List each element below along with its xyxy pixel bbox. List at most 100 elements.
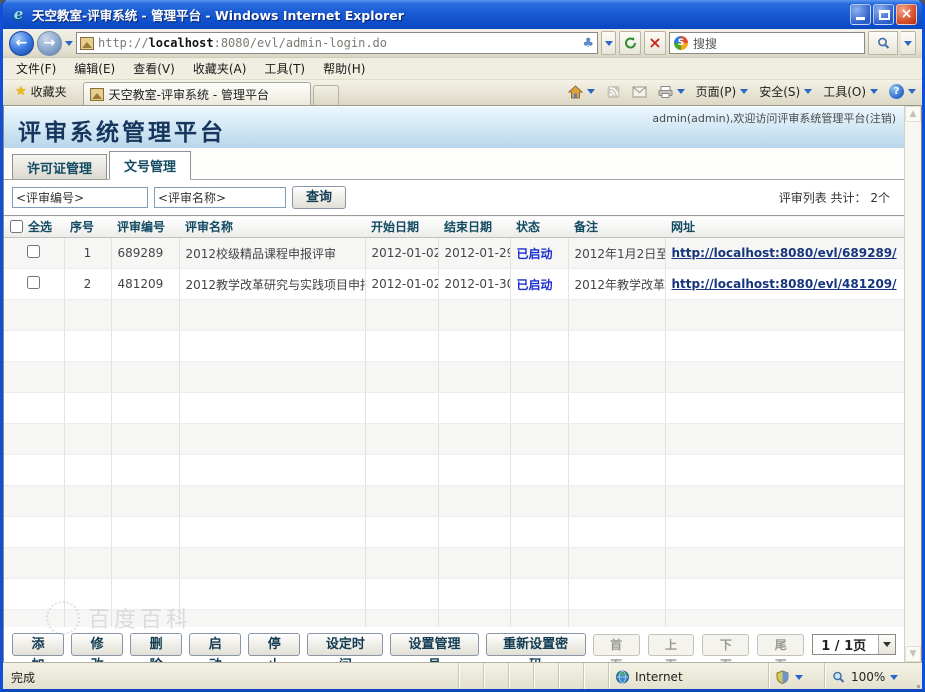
menu-file[interactable]: 文件(F): [7, 58, 65, 79]
tab-favicon: [90, 88, 104, 101]
web-search-box[interactable]: S 搜搜: [669, 32, 865, 54]
print-dropdown-icon[interactable]: [677, 89, 685, 94]
scroll-up-icon[interactable]: ▲: [905, 106, 921, 122]
stop-review-button[interactable]: 停止: [248, 633, 300, 656]
menu-help[interactable]: 帮助(H): [314, 58, 374, 79]
start-button[interactable]: 启动: [189, 633, 241, 656]
close-button[interactable]: ×: [896, 4, 917, 25]
last-page-button[interactable]: 尾页: [757, 634, 804, 656]
page-viewport: 评审系统管理平台 admin(admin),欢迎访问评审系统管理平台(注销) 许…: [3, 106, 922, 662]
row-checkbox[interactable]: [27, 276, 40, 289]
prev-page-button[interactable]: 上页: [648, 634, 695, 656]
search-options-dropdown[interactable]: [901, 31, 916, 55]
protected-mode-button[interactable]: [768, 663, 824, 691]
page-menu-button[interactable]: 页面(P): [694, 81, 751, 102]
header-status: 状态: [510, 216, 568, 238]
tab-title: 天空教室-评审系统 - 管理平台: [109, 86, 269, 103]
site-favicon: [80, 37, 94, 50]
refresh-icon: [623, 36, 638, 50]
header-url: 网址: [665, 216, 904, 238]
add-button[interactable]: 添加: [12, 633, 64, 656]
safety-menu-button[interactable]: 安全(S): [757, 81, 814, 102]
menu-bar: 文件(F) 编辑(E) 查看(V) 收藏夹(A) 工具(T) 帮助(H): [3, 58, 922, 80]
review-url-link[interactable]: http://localhost:8080/evl/481209/: [672, 277, 897, 291]
zoom-dropdown-icon[interactable]: [890, 675, 898, 680]
home-button[interactable]: [566, 83, 597, 101]
help-button[interactable]: ?: [887, 82, 918, 101]
window-title: 天空教室-评审系统 - 管理平台 - Windows Internet Expl…: [32, 5, 850, 24]
url-text[interactable]: http://localhost:8080/evl/admin-login.do: [98, 33, 578, 53]
star-icon: ★: [15, 84, 27, 99]
header-select: 全选: [28, 218, 52, 235]
recent-pages-dropdown-icon[interactable]: [65, 41, 73, 46]
refresh-button[interactable]: [619, 31, 641, 55]
header-end-date: 结束日期: [438, 216, 510, 238]
set-time-button[interactable]: 设定时间: [307, 633, 383, 656]
menu-tools[interactable]: 工具(T): [255, 58, 314, 79]
pagination: 首页 上页 下页 尾页 1 / 1页: [593, 634, 896, 656]
title-bar: e 天空教室-评审系统 - 管理平台 - Windows Internet Ex…: [3, 0, 922, 29]
set-admin-button[interactable]: 设置管理员: [390, 633, 478, 656]
reset-password-button[interactable]: 重新设置密码: [486, 633, 586, 656]
table-row: 2 481209 2012教学改革研究与实践项目申报 2012-01-02 20…: [4, 269, 904, 300]
status-bar: 完成 Internet 100%: [3, 662, 922, 691]
page-select-dropdown[interactable]: 1 / 1页: [812, 634, 896, 655]
globe-icon: [615, 670, 630, 684]
protected-mode-dropdown-icon[interactable]: [795, 675, 803, 680]
ie-icon: e: [10, 6, 27, 23]
favorites-button[interactable]: ★ 收藏夹: [7, 80, 75, 105]
zoom-control[interactable]: 100%: [824, 663, 910, 691]
browser-tab[interactable]: 天空教室-评审系统 - 管理平台: [83, 82, 311, 105]
tab-license-management[interactable]: 许可证管理: [12, 154, 107, 179]
delete-button[interactable]: 删除: [130, 633, 182, 656]
select-all-checkbox[interactable]: [10, 220, 23, 233]
header-code: 评审编号: [111, 216, 179, 238]
first-page-button[interactable]: 首页: [593, 634, 640, 656]
welcome-logout-text[interactable]: admin(admin),欢迎访问评审系统管理平台(注销): [652, 110, 896, 126]
forward-button[interactable]: →: [37, 31, 62, 56]
feeds-button[interactable]: [604, 83, 623, 101]
modify-button[interactable]: 修改: [71, 633, 123, 656]
status-badge: 已启动: [517, 278, 553, 292]
page-scrollbar[interactable]: ▲ ▼: [904, 106, 921, 662]
scroll-down-icon[interactable]: ▼: [905, 646, 921, 662]
header-start-date: 开始日期: [365, 216, 438, 238]
address-bar[interactable]: http://localhost:8080/evl/admin-login.do…: [76, 32, 598, 54]
zoom-magnifier-icon: [831, 670, 846, 684]
filter-row: 查询 评审列表 共计： 2个: [4, 180, 904, 215]
review-name-input[interactable]: [154, 187, 286, 208]
list-summary: 评审列表 共计： 2个: [779, 189, 896, 206]
home-dropdown-icon[interactable]: [587, 89, 595, 94]
search-go-button[interactable]: [868, 31, 898, 55]
minimize-button[interactable]: [850, 4, 871, 25]
compatibility-view-icon[interactable]: ♣: [582, 36, 594, 51]
tools-menu-button[interactable]: 工具(O): [821, 81, 880, 102]
read-mail-button[interactable]: [630, 83, 649, 101]
address-dropdown-button[interactable]: [601, 31, 616, 55]
review-url-link[interactable]: http://localhost:8080/evl/689289/: [672, 246, 897, 260]
search-engine-name: 搜搜: [693, 35, 717, 52]
print-button[interactable]: [656, 83, 687, 101]
tab-document-number-management[interactable]: 文号管理: [109, 151, 191, 180]
printer-icon: [658, 85, 673, 99]
header-note: 备注: [568, 216, 665, 238]
back-button[interactable]: ←: [9, 31, 34, 56]
review-code-input[interactable]: [12, 187, 148, 208]
row-checkbox[interactable]: [27, 245, 40, 258]
resize-grip[interactable]: [910, 663, 922, 691]
query-button[interactable]: 查询: [292, 186, 346, 209]
module-tabs: 许可证管理 文号管理: [4, 148, 904, 180]
page-indicator: 1 / 1页: [813, 635, 878, 654]
next-page-button[interactable]: 下页: [702, 634, 749, 656]
page-title: 评审系统管理平台: [18, 113, 226, 147]
new-tab-button[interactable]: [313, 85, 339, 105]
favorites-tab-bar: ★ 收藏夹 天空教室-评审系统 - 管理平台 页面(P): [3, 80, 922, 106]
menu-view[interactable]: 查看(V): [124, 58, 184, 79]
help-icon: ?: [889, 84, 904, 99]
table-header-row: 全选 序号 评审编号 评审名称 开始日期 结束日期 状态 备注 网址: [4, 216, 904, 238]
page-select-arrow[interactable]: [878, 635, 895, 654]
restore-button[interactable]: [873, 4, 894, 25]
menu-edit[interactable]: 编辑(E): [65, 58, 124, 79]
menu-favorites[interactable]: 收藏夹(A): [184, 58, 256, 79]
stop-button[interactable]: ×: [644, 31, 666, 55]
